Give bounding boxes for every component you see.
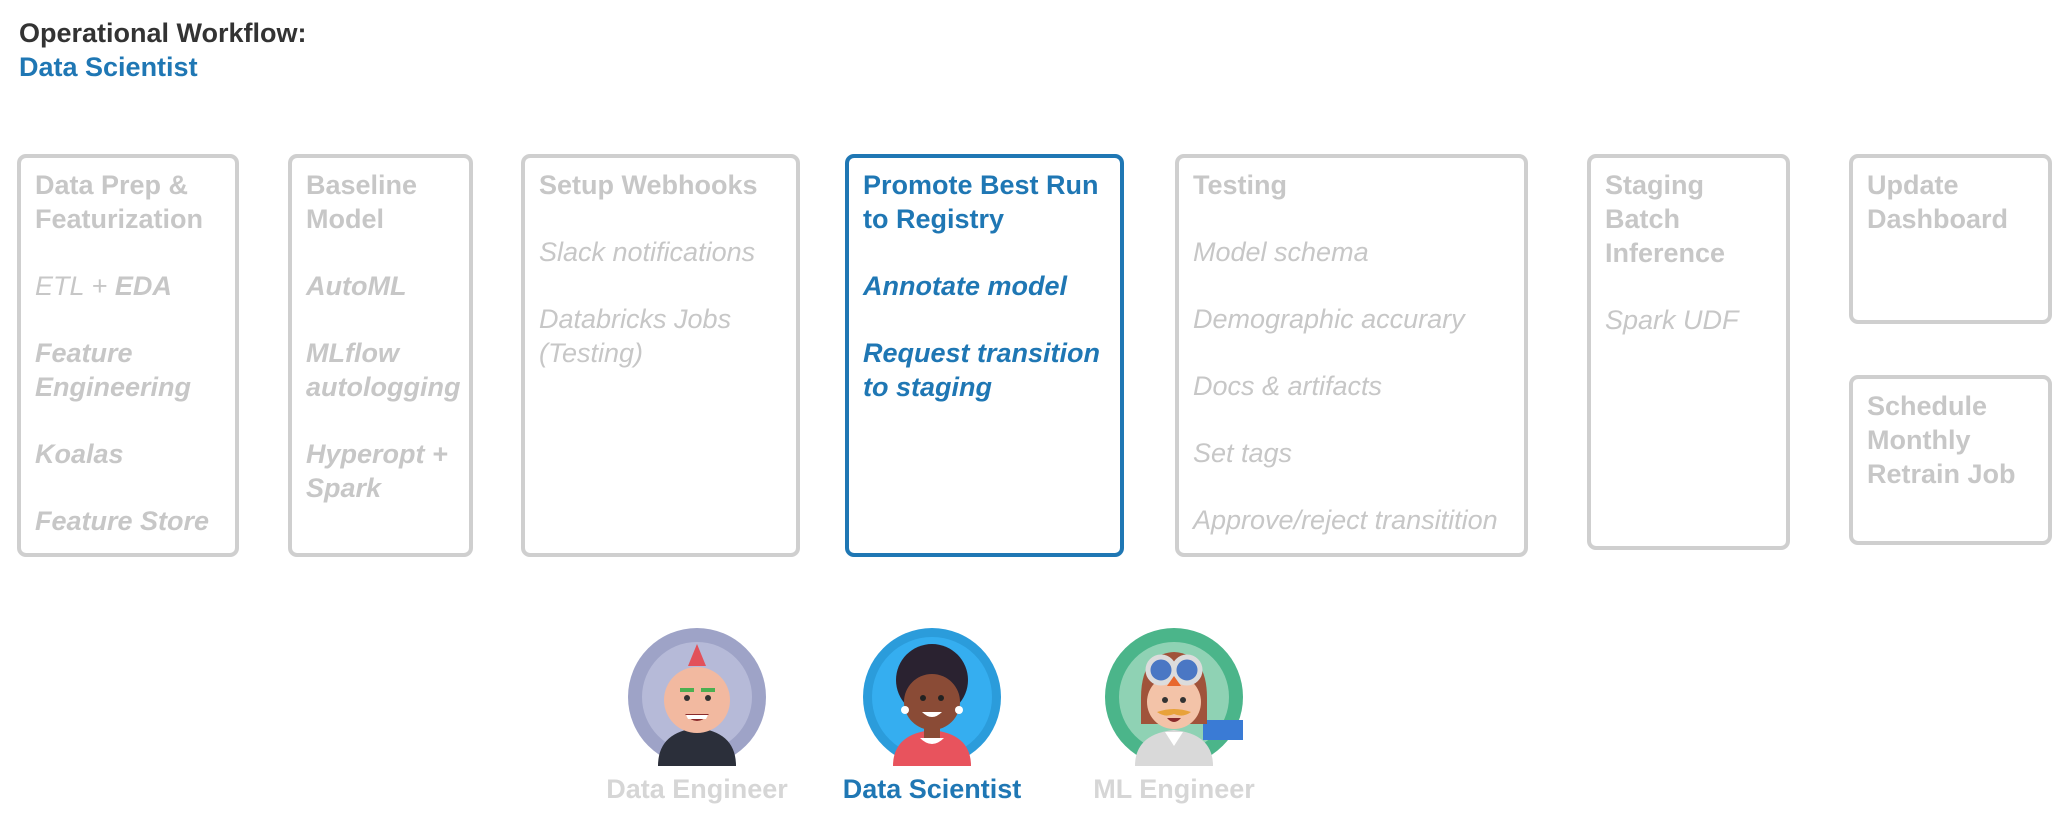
data-scientist-avatar — [863, 628, 1001, 766]
step-item: Hyperopt + Spark — [306, 439, 448, 503]
step-item: Docs & artifacts — [1193, 371, 1383, 401]
step-item: MLflow autologging — [306, 338, 461, 402]
step-title: Schedule Monthly Retrain Job — [1867, 391, 2016, 489]
step-staging-batch-inference: Staging Batch Inference Spark UDF — [1587, 154, 1790, 550]
persona-label: Data Scientist — [842, 774, 1022, 804]
data-engineer-avatar — [628, 628, 766, 766]
step-item: Set tags — [1193, 438, 1293, 468]
step-title: Data Prep & Featurization — [35, 170, 204, 234]
persona-data-engineer: Data Engineer — [597, 628, 797, 805]
step-item: Feature Store — [35, 506, 210, 536]
persona-ml-engineer: ML Engineer — [1074, 628, 1274, 805]
persona-data-scientist: Data Scientist — [832, 628, 1032, 805]
step-testing: Testing Model schema Demographic accurar… — [1175, 154, 1528, 557]
step-title: Update Dashboard — [1867, 170, 2009, 234]
step-item: Slack notifications — [539, 237, 756, 267]
step-item: AutoML — [306, 271, 407, 301]
title-line2: Data Scientist — [19, 52, 198, 82]
step-schedule-retrain: Schedule Monthly Retrain Job — [1849, 375, 2052, 545]
step-item: ETL + EDA — [35, 271, 172, 301]
step-data-prep: Data Prep & Featurization ETL + EDA Feat… — [17, 154, 239, 557]
step-title: Testing — [1193, 170, 1287, 200]
step-item: Databricks Jobs (Testing) — [539, 304, 732, 368]
step-item: Demographic accurary — [1193, 304, 1465, 334]
persona-label: ML Engineer — [1093, 774, 1255, 804]
step-title: Promote Best Run to Registry — [863, 170, 1099, 234]
step-title: Baseline Model — [306, 170, 418, 234]
step-item: Feature Engineering — [35, 338, 192, 402]
step-item: Koalas — [35, 439, 124, 469]
step-promote-best-run: Promote Best Run to Registry Annotate mo… — [845, 154, 1124, 557]
step-title: Setup Webhooks — [539, 170, 758, 200]
persona-label: Data Engineer — [606, 774, 788, 804]
step-item: Request transition to staging — [863, 338, 1101, 402]
step-item: Spark UDF — [1605, 305, 1739, 335]
step-baseline-model: Baseline Model AutoML MLflow autologging… — [288, 154, 473, 557]
step-setup-webhooks: Setup Webhooks Slack notifications Datab… — [521, 154, 800, 557]
title-line1: Operational Workflow: — [19, 18, 307, 48]
ml-engineer-avatar — [1105, 628, 1243, 766]
step-update-dashboard: Update Dashboard — [1849, 154, 2052, 324]
step-title: Staging Batch Inference — [1605, 170, 1726, 268]
step-item: Approve/reject transitition — [1193, 505, 1498, 535]
step-item: Annotate model — [863, 271, 1068, 301]
step-item: Model schema — [1193, 237, 1369, 267]
